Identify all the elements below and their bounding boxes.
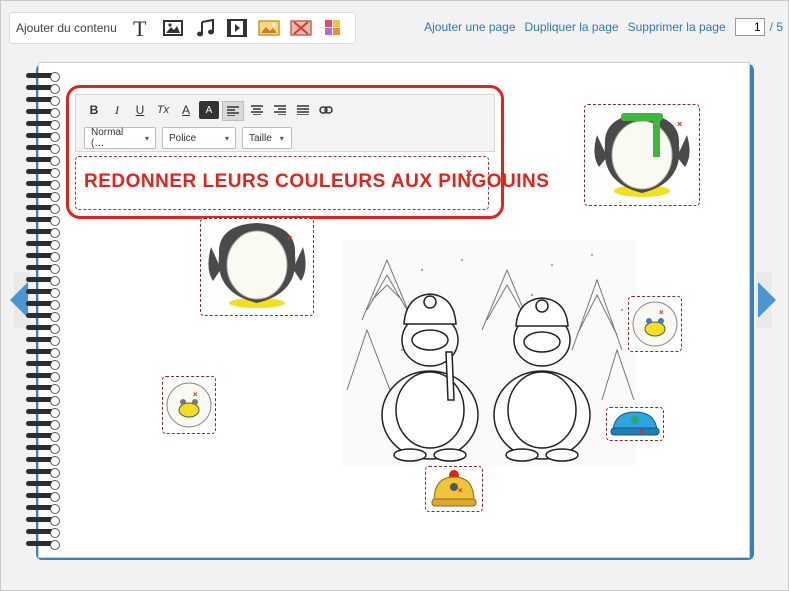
add-content-bar: Ajouter du contenu T [9,12,356,44]
blue-hat[interactable]: × [606,407,664,441]
italic-button[interactable]: I [107,101,127,119]
font-select-value: Police [169,132,197,144]
svg-text:×: × [677,119,682,129]
coloring-scene-image [342,240,636,466]
svg-text:×: × [458,486,463,495]
font-select[interactable]: Police ▾ [162,127,236,149]
delete-page-link[interactable]: Supprimer la page [628,20,726,34]
align-right-button[interactable] [270,101,290,119]
size-select-value: Taille [249,132,272,144]
hat-image: × [610,411,660,436]
penguin-face-left[interactable]: × [162,376,216,434]
penguin-face-image: × [166,382,212,428]
underline-button[interactable]: U [130,101,150,119]
link-icon [319,106,333,114]
justify-button[interactable] [293,101,313,119]
next-page-arrow[interactable] [756,272,782,328]
select-row: Normal (… ▾ Police ▾ Taille ▾ [84,127,298,149]
align-left-icon [227,106,239,116]
image-tool-icon[interactable] [161,16,185,40]
delete-image-icon[interactable] [289,16,313,40]
svg-text:T: T [133,18,147,38]
text-editor-block[interactable]: B I U Tx A A Normal (… ▾ Police ▾ Taille… [66,85,549,219]
penguin-face-right[interactable]: × [628,296,682,352]
style-select[interactable]: Normal (… ▾ [84,127,156,149]
page-total: / 5 [769,20,783,34]
add-content-label: Ajouter du contenu [16,21,117,35]
svg-text:×: × [193,390,198,399]
add-page-link[interactable]: Ajouter une page [424,20,515,34]
chevron-down-icon: ▾ [144,133,149,143]
editor-content-area[interactable]: REDONNER LEURS COULEURS AUX PINGOUINS x [75,156,549,210]
video-tool-icon[interactable] [225,16,249,40]
penguin-body-image: × [594,113,690,197]
color-palette-icon[interactable] [321,16,345,40]
editor-toolbar: B I U Tx A A Normal (… ▾ Police ▾ Taille… [75,94,495,152]
notebook-spiral [24,70,60,550]
page-number-input[interactable] [734,18,765,36]
svg-text:×: × [659,308,664,317]
penguin-body-plain[interactable]: × [200,218,314,316]
penguin-body-image: × [208,223,306,308]
hat-image: × [431,470,477,507]
top-toolbar: Ajouter du contenu T Ajouter une page Du… [9,12,783,44]
page-actions: Ajouter une page Dupliquer la page Suppr… [415,12,783,42]
style-select-value: Normal (… [91,127,124,149]
close-icon[interactable]: x [466,167,472,179]
svg-text:×: × [287,233,292,243]
format-buttons: B I U Tx A A [84,101,339,121]
align-right-icon [274,105,286,115]
yellow-hat[interactable]: × [425,466,483,512]
page-title-text[interactable]: REDONNER LEURS COULEURS AUX PINGOUINS [84,171,549,193]
penguin-body-green-scarf[interactable]: × [584,104,700,206]
align-center-icon [251,105,263,115]
bold-button[interactable]: B [84,101,104,119]
align-center-button[interactable] [247,101,267,119]
chevron-down-icon: ▾ [279,133,284,143]
duplicate-page-link[interactable]: Dupliquer la page [525,20,619,34]
background-color-button[interactable]: A [199,101,219,119]
penguin-face-image: × [632,301,678,347]
text-tool-icon[interactable]: T [129,16,153,40]
chevron-down-icon: ▾ [224,133,229,143]
link-button[interactable] [316,101,336,119]
svg-text:×: × [639,427,644,436]
text-color-button[interactable]: A [176,101,196,119]
clear-format-button[interactable]: Tx [153,101,173,119]
size-select[interactable]: Taille ▾ [242,127,292,149]
justify-icon [297,105,309,115]
image-gallery-icon[interactable] [257,16,281,40]
align-left-button[interactable] [222,101,244,121]
music-tool-icon[interactable] [193,16,217,40]
